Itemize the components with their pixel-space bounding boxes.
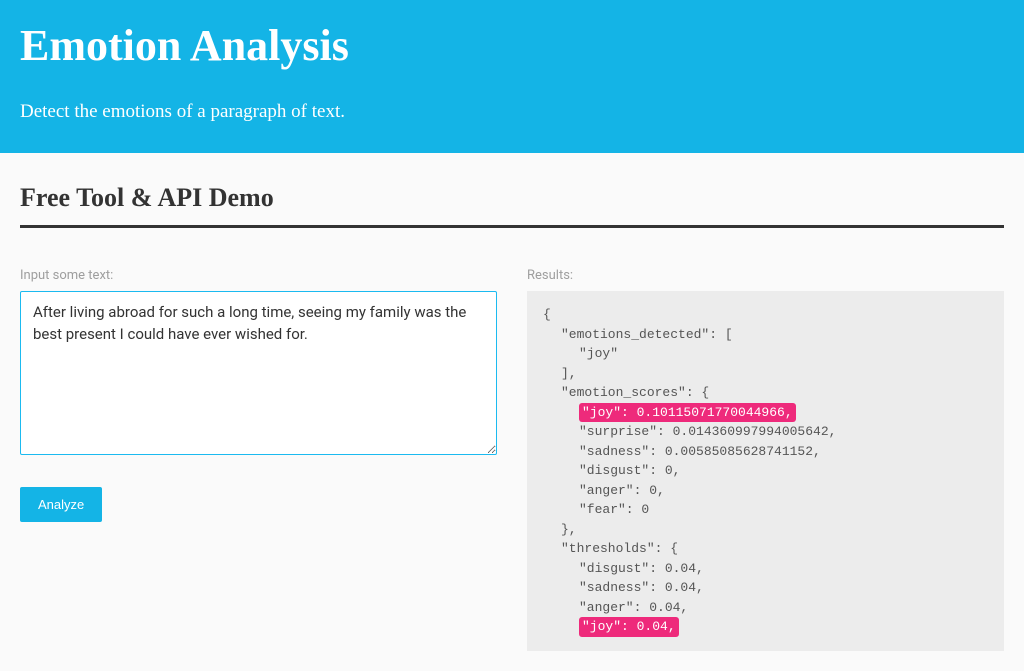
input-label: Input some text: [20,268,497,283]
results-label: Results: [527,268,1004,283]
json-line: "sadness": 0.00585085628741152, [543,442,988,462]
results-column: Results: { "emotions_detected": [ "joy" … [527,268,1004,651]
json-line: "joy" [543,344,988,364]
json-line: { [543,305,988,325]
text-input[interactable] [20,291,497,455]
json-line-highlight: "joy": 0.10115071770044966, [543,403,988,423]
json-line: "thresholds": { [543,539,988,559]
json-line: "emotion_scores": { [543,383,988,403]
json-line: "disgust": 0, [543,461,988,481]
highlighted-threshold: "joy": 0.04, [579,617,679,637]
results-output: { "emotions_detected": [ "joy" ], "emoti… [527,291,1004,651]
section-title: Free Tool & API Demo [20,183,1004,228]
json-line: ], [543,364,988,384]
content-area: Free Tool & API Demo Input some text: An… [0,153,1024,671]
json-line: "sadness": 0.04, [543,578,988,598]
analyze-button[interactable]: Analyze [20,487,102,522]
json-line: }, [543,520,988,540]
json-line: "anger": 0, [543,481,988,501]
columns: Input some text: Analyze Results: { "emo… [20,268,1004,651]
json-line: "emotions_detected": [ [543,325,988,345]
json-line-highlight: "joy": 0.04, [543,617,988,637]
json-line: "anger": 0.04, [543,598,988,618]
highlighted-score: "joy": 0.10115071770044966, [579,403,796,423]
json-line: "surprise": 0.014360997994005642, [543,422,988,442]
hero-banner: Emotion Analysis Detect the emotions of … [0,0,1024,153]
json-line: "fear": 0 [543,500,988,520]
json-line: "disgust": 0.04, [543,559,988,579]
page-subtitle: Detect the emotions of a paragraph of te… [20,101,1004,123]
input-column: Input some text: Analyze [20,268,497,651]
page-title: Emotion Analysis [20,20,1004,71]
